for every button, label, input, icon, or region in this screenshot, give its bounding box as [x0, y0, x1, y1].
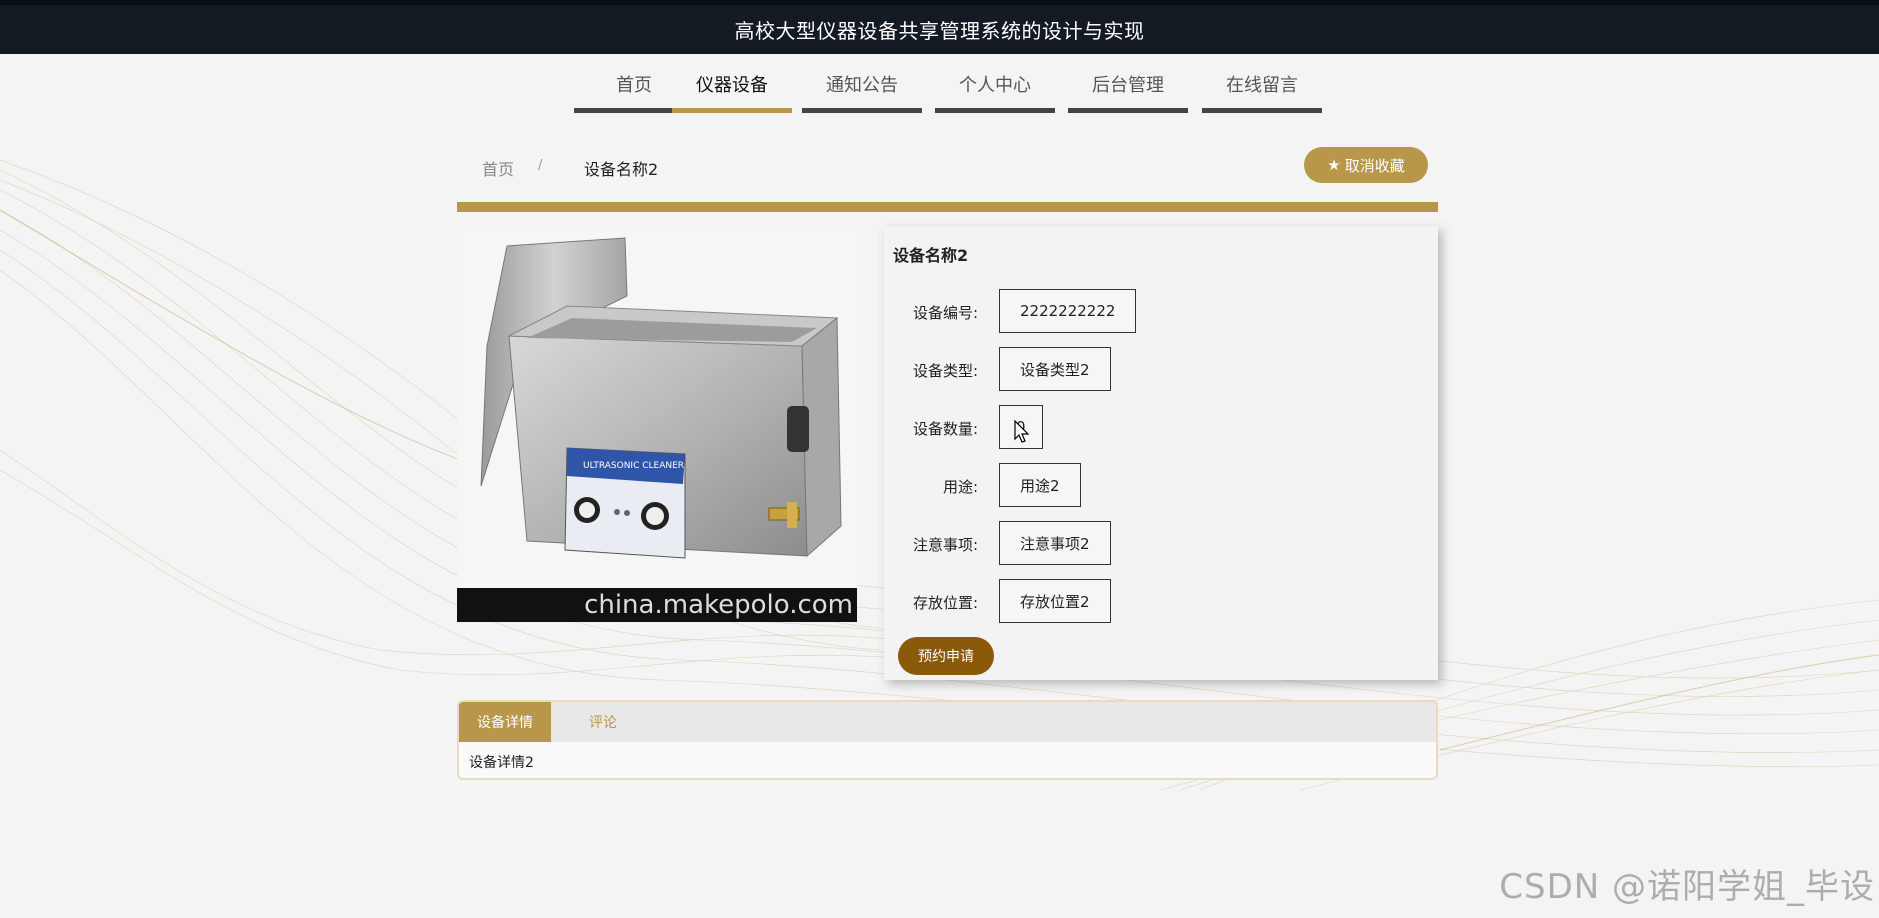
field-label-device-type: 设备类型: — [912, 362, 978, 380]
ultrasonic-cleaner-illustration: ULTRASONIC CLEANER — [480, 237, 842, 559]
nav-item-profile[interactable]: 个人中心 — [935, 60, 1055, 113]
tab-content-text: 设备详情2 — [469, 755, 534, 771]
field-label-device-number: 设备编号: — [912, 304, 978, 322]
image-caption: china.makepolo.com — [457, 588, 857, 622]
field-label-notes: 注意事项: — [912, 536, 978, 554]
panel-brand-text: ULTRASONIC CLEANER — [583, 461, 684, 471]
breadcrumb-current: 设备名称2 — [584, 160, 659, 179]
breadcrumb-home-link[interactable]: 首页 — [482, 156, 514, 180]
nav-item-admin[interactable]: 后台管理 — [1068, 60, 1188, 113]
watermark-text: CSDN @诺阳学姐_毕设 — [1499, 867, 1875, 907]
nav-item-messages[interactable]: 在线留言 — [1202, 60, 1322, 113]
field-label-purpose: 用途: — [942, 478, 978, 496]
device-name-heading: 设备名称2 — [893, 246, 969, 265]
site-title: 高校大型仪器设备共享管理系统的设计与实现 — [734, 19, 1145, 43]
field-value-device-number: 2222222222 — [999, 289, 1137, 333]
unfavorite-button[interactable]: ★ 取消收藏 — [1304, 147, 1428, 183]
field-value-location: 存放位置2 — [999, 579, 1111, 623]
field-label-location: 存放位置: — [912, 594, 978, 612]
tab-bar: 设备详情 评论 — [459, 702, 1436, 742]
breadcrumb: 首页 / 设备名称2 ★ 取消收藏 — [457, 140, 1438, 212]
breadcrumb-separator: / — [538, 158, 543, 173]
field-label-device-quantity: 设备数量: — [912, 420, 978, 438]
device-image: ULTRASONIC CLEANER china.makepolo.com — [457, 226, 857, 622]
tab-comments[interactable]: 评论 — [551, 702, 655, 742]
unfavorite-label: 取消收藏 — [1344, 156, 1405, 175]
star-icon: ★ — [1327, 156, 1341, 174]
top-header-bar: 高校大型仪器设备共享管理系统的设计与实现 — [0, 0, 1879, 54]
nav-item-equipment[interactable]: 仪器设备 — [672, 60, 792, 113]
nav-item-notices[interactable]: 通知公告 — [802, 60, 922, 113]
mouse-cursor-icon — [1014, 420, 1030, 443]
reserve-apply-button[interactable]: 预约申请 — [898, 637, 994, 675]
tab-device-details[interactable]: 设备详情 — [459, 702, 551, 742]
main-nav: 首页 仪器设备 通知公告 个人中心 后台管理 在线留言 — [0, 60, 1879, 113]
field-value-device-type: 设备类型2 — [999, 347, 1111, 391]
field-value-notes: 注意事项2 — [999, 521, 1111, 565]
detail-tabs: 设备详情 评论 设备详情2 — [457, 700, 1438, 780]
field-value-purpose: 用途2 — [999, 463, 1081, 507]
